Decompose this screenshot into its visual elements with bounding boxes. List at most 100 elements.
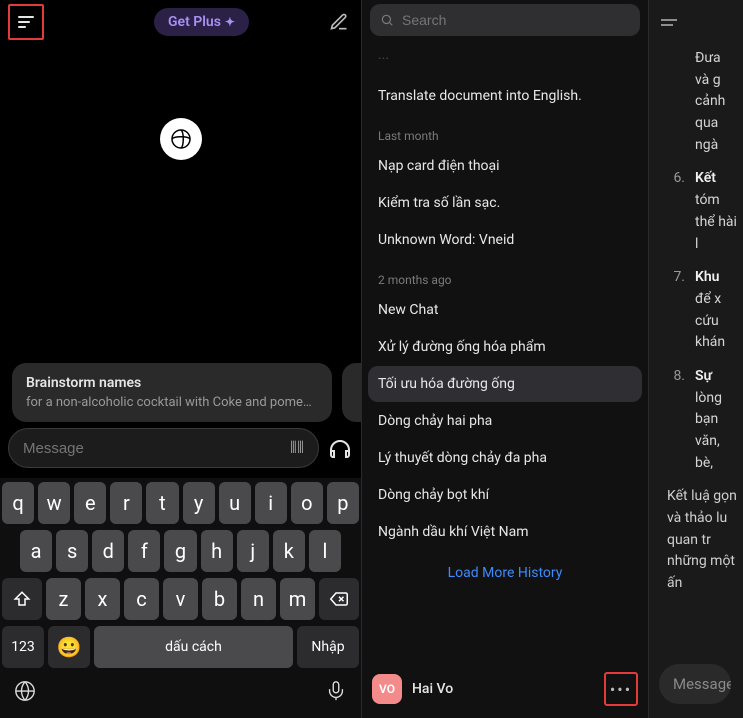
key-q[interactable]: q: [2, 482, 34, 524]
right-top-bar: [649, 0, 743, 44]
key-d[interactable]: d: [92, 530, 124, 572]
content-panel: Đưa và g cảnh qua ngà6.Kết tóm thể hài l…: [649, 0, 743, 718]
key-r[interactable]: r: [110, 482, 142, 524]
app-logo: [160, 118, 202, 160]
list-item: 8.Sự lòng bạn văn, bè,: [667, 366, 737, 474]
account-row: VO Hai Vo •••: [362, 660, 648, 718]
key-j[interactable]: j: [237, 530, 269, 572]
history-item[interactable]: Lý thuyết dòng chảy đa pha: [368, 440, 642, 476]
key-i[interactable]: i: [255, 482, 287, 524]
enter-key[interactable]: Nhập: [297, 626, 359, 668]
message-field[interactable]: [23, 440, 282, 457]
list-body: Đưa và g cảnh qua ngà: [695, 48, 737, 156]
avatar[interactable]: VO: [372, 674, 402, 704]
suggestion-title: Brainstorm names: [26, 375, 318, 391]
key-f[interactable]: f: [128, 530, 160, 572]
list-number: 6.: [667, 168, 685, 255]
history-item[interactable]: Xử lý đường ống hóa phẩm: [368, 329, 642, 365]
history-group-header: 2 months ago: [368, 259, 642, 291]
message-input[interactable]: ⦀⦀: [8, 428, 319, 468]
list-number: [667, 48, 685, 156]
history-group-header: Last month: [368, 115, 642, 147]
account-name: Hai Vo: [412, 681, 453, 697]
mic-key[interactable]: [325, 680, 347, 708]
history-item[interactable]: Tối ưu hóa đường ống: [368, 366, 642, 402]
key-t[interactable]: t: [146, 482, 178, 524]
history-item[interactable]: Ngành dầu khí Việt Nam: [368, 514, 642, 550]
list-body: Khu để x cứu khán: [695, 267, 737, 354]
message-placeholder: Message: [673, 675, 731, 693]
key-m[interactable]: m: [280, 578, 315, 620]
list-item: Đưa và g cảnh qua ngà: [667, 48, 737, 156]
history-item[interactable]: Dòng chảy bọt khí: [368, 477, 642, 513]
audio-waveform-icon[interactable]: ⦀⦀: [290, 438, 304, 458]
top-bar: Get Plus ✦: [0, 0, 361, 44]
key-o[interactable]: o: [291, 482, 323, 524]
history-item[interactable]: Unknown Word: Vneid: [368, 222, 642, 258]
voice-mode-button[interactable]: [327, 435, 353, 461]
conclusion-paragraph: Kết luậ gọn và thảo lu quan tr những một…: [667, 486, 737, 594]
key-s[interactable]: s: [56, 530, 88, 572]
key-e[interactable]: e: [74, 482, 106, 524]
key-c[interactable]: c: [124, 578, 159, 620]
right-input-row: Message: [659, 662, 743, 706]
suggestion-subtitle: for a non-alcoholic cocktail with Coke a…: [26, 395, 318, 410]
load-more-button[interactable]: Load More History: [368, 551, 642, 595]
history-item[interactable]: Kiểm tra số lần sạc.: [368, 185, 642, 221]
key-u[interactable]: u: [219, 482, 251, 524]
message-input-row: ⦀⦀: [8, 428, 353, 468]
compose-button[interactable]: [327, 10, 351, 34]
dots-icon: •••: [610, 680, 632, 699]
suggestion-card-next[interactable]: [342, 363, 361, 422]
numeric-key[interactable]: 123: [2, 626, 44, 668]
get-plus-button[interactable]: Get Plus ✦: [154, 8, 249, 36]
key-a[interactable]: a: [20, 530, 52, 572]
key-x[interactable]: x: [85, 578, 120, 620]
get-plus-label: Get Plus: [168, 14, 221, 30]
history-item[interactable]: Dòng chảy hai pha: [368, 403, 642, 439]
key-v[interactable]: v: [163, 578, 198, 620]
menu-button[interactable]: [661, 19, 677, 26]
key-g[interactable]: g: [164, 530, 196, 572]
emoji-key[interactable]: 😀: [48, 626, 90, 668]
history-item[interactable]: ···: [368, 41, 642, 77]
key-h[interactable]: h: [201, 530, 233, 572]
key-n[interactable]: n: [241, 578, 276, 620]
list-body: Sự lòng bạn văn, bè,: [695, 366, 737, 474]
main-panel: Get Plus ✦ Brainstorm names for a non-al…: [0, 0, 362, 718]
history-item[interactable]: Nạp card điện thoại: [368, 148, 642, 184]
key-p[interactable]: p: [327, 482, 359, 524]
search-icon: [380, 13, 394, 27]
history-list: ··· Translate document into English. Las…: [362, 40, 648, 660]
history-item[interactable]: New Chat: [368, 292, 642, 328]
backspace-key[interactable]: [319, 578, 359, 620]
suggestion-card[interactable]: Brainstorm names for a non-alcoholic coc…: [12, 363, 332, 422]
list-item: 6.Kết tóm thể hài l: [667, 168, 737, 255]
list-number: 8.: [667, 366, 685, 474]
chat-content: Đưa và g cảnh qua ngà6.Kết tóm thể hài l…: [649, 44, 743, 718]
key-y[interactable]: y: [183, 482, 215, 524]
sparkle-icon: ✦: [225, 15, 235, 29]
key-b[interactable]: b: [202, 578, 237, 620]
key-z[interactable]: z: [46, 578, 81, 620]
history-panel: ··· Translate document into English. Las…: [362, 0, 649, 718]
history-item[interactable]: Translate document into English.: [368, 78, 642, 114]
key-l[interactable]: l: [309, 530, 341, 572]
space-key[interactable]: dấu cách: [94, 626, 293, 668]
logo-area: [0, 44, 361, 234]
suggestion-row: Brainstorm names for a non-alcoholic coc…: [12, 363, 361, 422]
search-field[interactable]: [402, 12, 630, 28]
key-w[interactable]: w: [38, 482, 70, 524]
keyboard: qwertyuiop asdfghjkl zxcvbnm 123 😀 dấu c…: [0, 478, 361, 718]
list-body: Kết tóm thể hài l: [695, 168, 737, 255]
hamburger-icon: [18, 16, 34, 28]
account-more-button[interactable]: •••: [604, 672, 638, 706]
search-row: [362, 0, 648, 40]
list-item: 7.Khu để x cứu khán: [667, 267, 737, 354]
shift-key[interactable]: [2, 578, 42, 620]
globe-key[interactable]: [14, 680, 36, 708]
key-k[interactable]: k: [273, 530, 305, 572]
menu-button[interactable]: [8, 4, 44, 40]
search-input[interactable]: [370, 4, 640, 36]
message-input[interactable]: Message: [659, 664, 731, 704]
